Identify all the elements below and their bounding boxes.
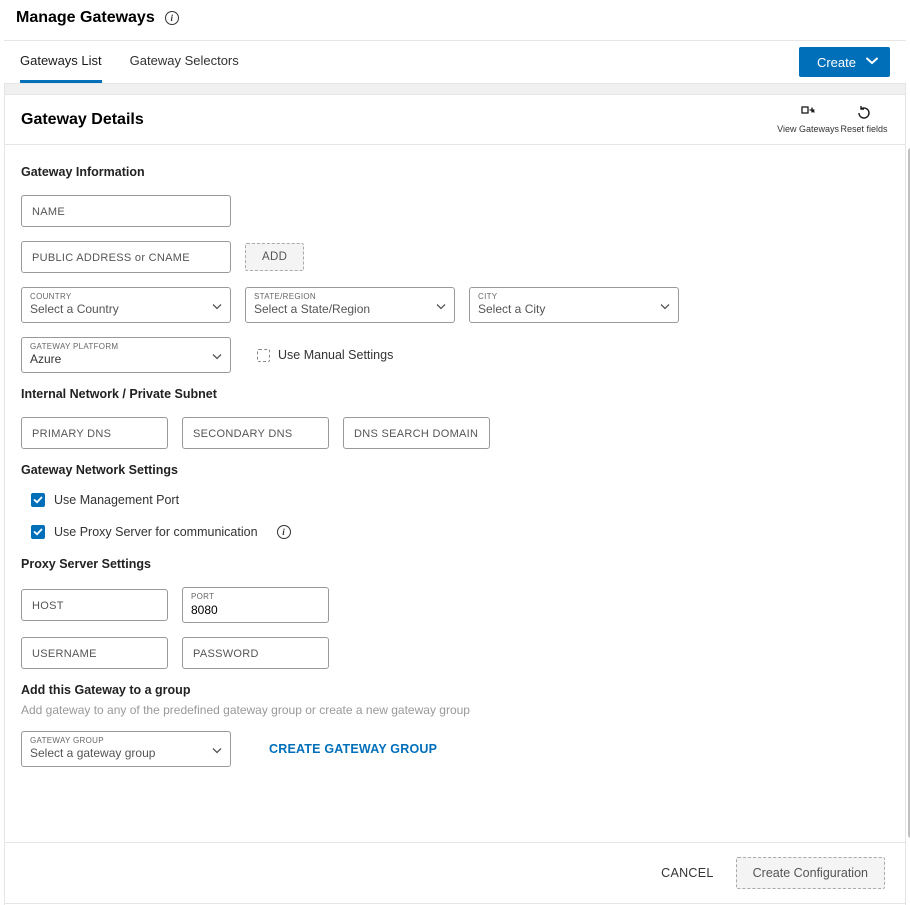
country-select[interactable]: COUNTRY Select a Country	[21, 287, 231, 323]
section-internal-network: Internal Network / Private Subnet	[21, 387, 889, 401]
create-button[interactable]: Create	[799, 47, 890, 77]
dns-search-domain-input[interactable]	[343, 417, 490, 449]
use-proxy-server-checkbox[interactable]	[31, 525, 45, 539]
reset-fields-label: Reset fields	[840, 124, 887, 134]
country-value: Select a Country	[30, 303, 206, 316]
chevron-down-icon	[212, 298, 222, 313]
city-label: CITY	[478, 293, 654, 301]
platform-select[interactable]: GATEWAY PLATFORM Azure	[21, 337, 231, 373]
proxy-username-input[interactable]	[21, 637, 168, 669]
state-value: Select a State/Region	[254, 303, 430, 316]
gateway-group-label: GATEWAY GROUP	[30, 737, 206, 745]
use-management-port-checkbox[interactable]	[31, 493, 45, 507]
add-button[interactable]: ADD	[245, 243, 304, 271]
info-icon[interactable]: i	[165, 11, 179, 25]
tab-gateway-selectors[interactable]: Gateway Selectors	[130, 41, 239, 83]
proxy-port-input[interactable]	[191, 603, 320, 617]
secondary-dns-input[interactable]	[182, 417, 329, 449]
section-gateway-info: Gateway Information	[21, 165, 889, 179]
view-gateways-label: View Gateways	[777, 124, 839, 134]
gateway-group-select[interactable]: GATEWAY GROUP Select a gateway group	[21, 731, 231, 767]
add-group-help-text: Add gateway to any of the predefined gat…	[21, 703, 889, 717]
primary-dns-input[interactable]	[21, 417, 168, 449]
section-proxy-settings: Proxy Server Settings	[21, 557, 889, 571]
use-proxy-server-label[interactable]: Use Proxy Server for communication	[54, 525, 258, 539]
platform-value: Azure	[30, 353, 206, 366]
use-manual-settings[interactable]: Use Manual Settings	[257, 348, 393, 362]
chevron-down-icon	[212, 348, 222, 363]
cancel-button[interactable]: CANCEL	[661, 866, 714, 880]
proxy-password-input[interactable]	[182, 637, 329, 669]
use-management-port-label[interactable]: Use Management Port	[54, 493, 179, 507]
info-icon[interactable]: i	[277, 525, 291, 539]
create-gateway-group-link[interactable]: CREATE GATEWAY GROUP	[269, 742, 437, 756]
create-button-label: Create	[817, 55, 856, 70]
footer: CANCEL Create Configuration	[4, 842, 906, 904]
city-select[interactable]: CITY Select a City	[469, 287, 679, 323]
public-address-input[interactable]	[21, 241, 231, 273]
proxy-host-input[interactable]	[21, 589, 168, 621]
chevron-down-icon	[212, 742, 222, 757]
city-value: Select a City	[478, 303, 654, 316]
details-title: Gateway Details	[21, 111, 144, 129]
chevron-down-icon	[866, 57, 876, 67]
state-label: STATE/REGION	[254, 293, 430, 301]
chevron-down-icon	[660, 298, 670, 313]
chevron-down-icon	[436, 298, 446, 313]
platform-label: GATEWAY PLATFORM	[30, 343, 206, 351]
proxy-port-label: PORT	[191, 593, 320, 601]
scrollbar[interactable]	[906, 148, 910, 850]
name-input[interactable]	[21, 195, 231, 227]
reset-fields-action[interactable]: Reset fields	[839, 105, 889, 134]
details-header: Gateway Details View Gateways Reset fiel…	[4, 94, 906, 145]
checkbox-unchecked-icon	[257, 349, 270, 362]
tab-gateways-list[interactable]: Gateways List	[20, 41, 102, 83]
country-label: COUNTRY	[30, 293, 206, 301]
section-network-settings: Gateway Network Settings	[21, 463, 889, 477]
page-title: Manage Gateways	[16, 9, 155, 27]
view-gateways-icon	[800, 105, 816, 121]
gateway-group-value: Select a gateway group	[30, 747, 206, 760]
create-configuration-button[interactable]: Create Configuration	[736, 857, 885, 889]
proxy-port-field[interactable]: PORT	[182, 587, 329, 623]
view-gateways-action[interactable]: View Gateways	[777, 105, 839, 134]
state-select[interactable]: STATE/REGION Select a State/Region	[245, 287, 455, 323]
section-add-group: Add this Gateway to a group	[21, 683, 889, 697]
reset-icon	[856, 105, 872, 121]
manual-settings-label: Use Manual Settings	[278, 348, 393, 362]
tab-bar: Gateways List Gateway Selectors Create	[4, 40, 906, 84]
